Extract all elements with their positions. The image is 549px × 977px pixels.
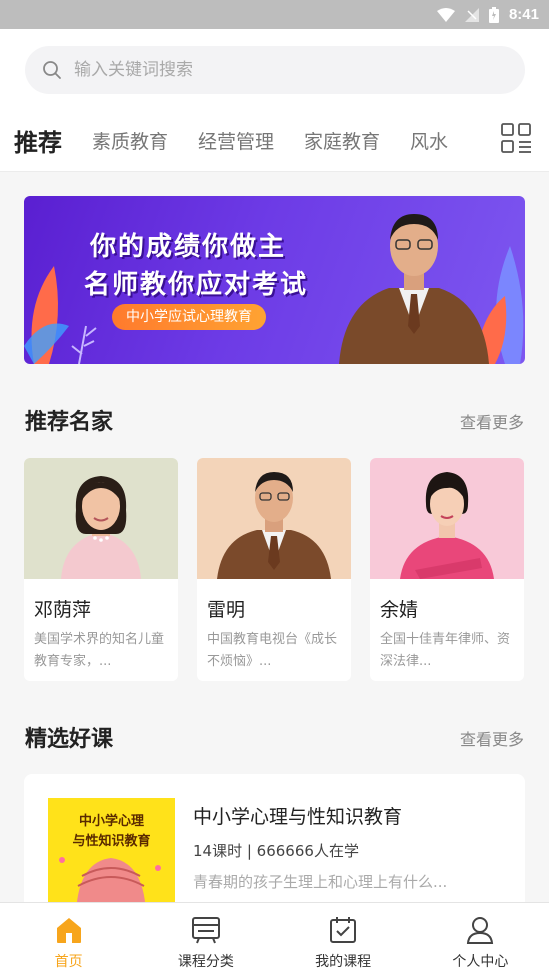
banner-title-line2: 名师教你应对考试 (84, 270, 309, 300)
nav-home-label: 首页 (54, 954, 83, 970)
tab-recommend[interactable]: 推荐 (14, 123, 62, 161)
search-bar[interactable] (25, 46, 525, 94)
courses-more-link[interactable]: 查看更多 (460, 726, 524, 750)
promo-banner[interactable]: 你的成绩你做主 名师教你应对考试 中小学应试心理教育 (24, 196, 525, 364)
tab-fengshui[interactable]: 风水 (410, 127, 448, 154)
nav-profile[interactable]: 个人中心 (412, 903, 549, 977)
tab-quality-education[interactable]: 素质教育 (92, 127, 168, 154)
teacher-card-1[interactable]: 邓荫萍 美国学术界的知名儿童教育专家，... (24, 458, 178, 681)
nav-my-courses[interactable]: 我的课程 (275, 903, 412, 977)
nav-home[interactable]: 首页 (0, 903, 137, 977)
teacher-name: 雷明 (207, 599, 246, 621)
bottom-nav: 首页 课程分类 我的课程 个人中心 (0, 902, 549, 977)
calendar-check-icon (330, 917, 357, 943)
teacher-photo-1 (24, 458, 178, 579)
course-card[interactable]: 中小学心理 与性知识教育 中小学心理与性知识教育 14课时 | 666666人在… (24, 774, 525, 914)
signal-icon (464, 7, 479, 22)
teacher-avatar (61, 476, 141, 579)
course-title: 中小学心理与性知识教育 (193, 806, 403, 828)
nav-category[interactable]: 课程分类 (137, 903, 274, 977)
course-desc: 青春期的孩子生理上和心理上有什么... (193, 873, 448, 891)
banner-tag: 中小学应试心理教育 (112, 304, 266, 330)
status-time: 8:41 (508, 6, 539, 23)
tab-business-management[interactable]: 经营管理 (198, 127, 274, 154)
banner-title-line1: 你的成绩你做主 (90, 232, 287, 262)
course-cover-illustration (59, 857, 161, 914)
teacher-name: 邓荫萍 (34, 599, 92, 621)
teacher-avatar (400, 472, 494, 579)
category-tabs: 推荐 素质教育 经营管理 家庭教育 风水 (14, 119, 484, 161)
teacher-desc: 美国学术界的知名儿童教育专家，... (34, 632, 165, 669)
battery-icon (488, 6, 499, 23)
teacher-card-3[interactable]: 余婧 全国十佳青年律师、资深法律... (370, 458, 524, 681)
category-icon (191, 917, 220, 944)
header: 推荐 素质教育 经营管理 家庭教育 风水 (0, 29, 549, 172)
wifi-icon (436, 7, 455, 22)
search-icon (43, 61, 61, 79)
teacher-name: 余婧 (380, 599, 419, 621)
teacher-desc: 全国十佳青年律师、资深法律... (380, 632, 511, 669)
nav-category-label: 课程分类 (177, 954, 234, 970)
teachers-more-link[interactable]: 查看更多 (460, 409, 524, 433)
courses-section-title: 精选好课 (25, 727, 114, 752)
course-meta: 14课时 | 666666人在学 (193, 842, 359, 860)
teacher-photo (339, 214, 489, 364)
course-cover: 中小学心理 与性知识教育 (48, 798, 175, 914)
home-icon (56, 918, 81, 943)
grid-menu-icon[interactable] (500, 122, 532, 154)
teachers-section-title: 推荐名家 (25, 410, 114, 435)
search-input[interactable] (74, 60, 454, 80)
teacher-desc: 中国教育电视台《成长不烦恼》... (207, 632, 338, 669)
nav-my-courses-label: 我的课程 (315, 954, 372, 970)
tab-family-education[interactable]: 家庭教育 (304, 127, 380, 154)
nav-profile-label: 个人中心 (452, 954, 509, 970)
teacher-photo-3 (370, 458, 524, 579)
teacher-photo-2 (197, 458, 351, 579)
user-icon (467, 917, 494, 944)
teacher-avatar (217, 472, 331, 579)
status-bar: 8:41 (0, 0, 549, 29)
teacher-card-2[interactable]: 雷明 中国教育电视台《成长不烦恼》... (197, 458, 351, 681)
